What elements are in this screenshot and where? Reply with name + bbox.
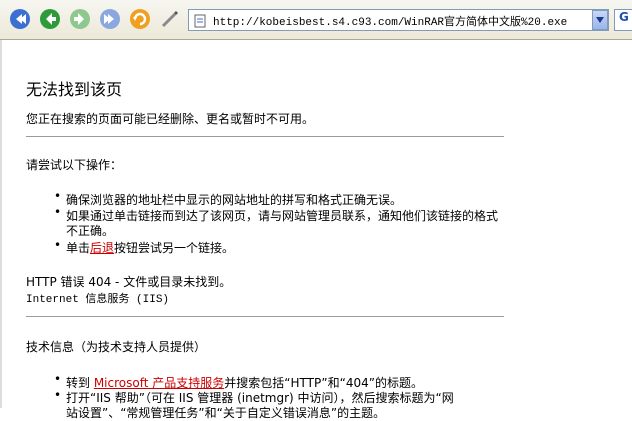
- edit-icon[interactable]: [158, 7, 182, 31]
- tech1-suffix: 并搜索包括“HTTP”和“404”的标题。: [224, 376, 423, 390]
- bullet-icon: •: [54, 189, 62, 203]
- tip-item: 如果通过单击链接而到达了该网页，请与网站管理员联系，通知他们该链接的格式: [66, 209, 499, 223]
- tech-heading: 技术信息（为技术支持人员提供）: [26, 340, 207, 354]
- bullet-icon: •: [54, 388, 62, 402]
- tip3-prefix: 单击: [66, 241, 91, 255]
- address-dropdown-button[interactable]: [592, 10, 608, 30]
- error-server: Internet 信息服务 (IIS): [26, 294, 170, 306]
- page-subtitle: 您正在搜索的页面可能已经删除、更名或暂时不可用。: [26, 112, 315, 126]
- bullet-icon: •: [54, 372, 62, 386]
- page-title: 无法找到该页: [26, 80, 123, 99]
- tip-item-continued: 不正确。: [66, 224, 115, 238]
- tech1-prefix: 转到: [66, 376, 94, 390]
- tip-item-back: 单击后退按钮尝试另一个链接。: [66, 239, 234, 256]
- bullet-icon: •: [54, 238, 62, 252]
- divider: [26, 136, 504, 137]
- tip3-suffix: 按钮尝试另一个链接。: [114, 241, 235, 255]
- forward-arrow-icon[interactable]: [68, 7, 92, 31]
- browser-toolbar: http://kobeisbest.s4.c93.com/WinRAR官方简体中…: [0, 0, 632, 40]
- tip-item: 确保浏览器的地址栏中显示的网站地址的拼写和格式正确无误。: [66, 193, 403, 207]
- support-link[interactable]: Microsoft 产品支持服务: [94, 376, 224, 390]
- back-icon[interactable]: [8, 7, 32, 31]
- back-link[interactable]: 后退: [90, 241, 114, 255]
- refresh-icon[interactable]: [128, 7, 152, 31]
- next-icon[interactable]: [98, 7, 122, 31]
- bullet-icon: •: [54, 205, 62, 219]
- chevron-down-icon: [596, 17, 604, 23]
- tech-item-continued: 站设置”、“常规管理任务”和“关于自定义错误消息”的主题。: [66, 406, 386, 420]
- go-button[interactable]: G: [614, 9, 632, 31]
- error-code: HTTP 错误 404 - 文件或目录未找到。: [26, 275, 232, 289]
- forward-icon[interactable]: [38, 7, 62, 31]
- page-icon: [193, 13, 207, 32]
- address-bar[interactable]: http://kobeisbest.s4.c93.com/WinRAR官方简体中…: [188, 9, 609, 31]
- divider: [26, 316, 504, 317]
- address-input[interactable]: http://kobeisbest.s4.c93.com/WinRAR官方简体中…: [213, 13, 567, 29]
- page-content: 无法找到该页 您正在搜索的页面可能已经删除、更名或暂时不可用。 请尝试以下操作：…: [0, 40, 632, 420]
- try-heading: 请尝试以下操作：: [26, 158, 123, 172]
